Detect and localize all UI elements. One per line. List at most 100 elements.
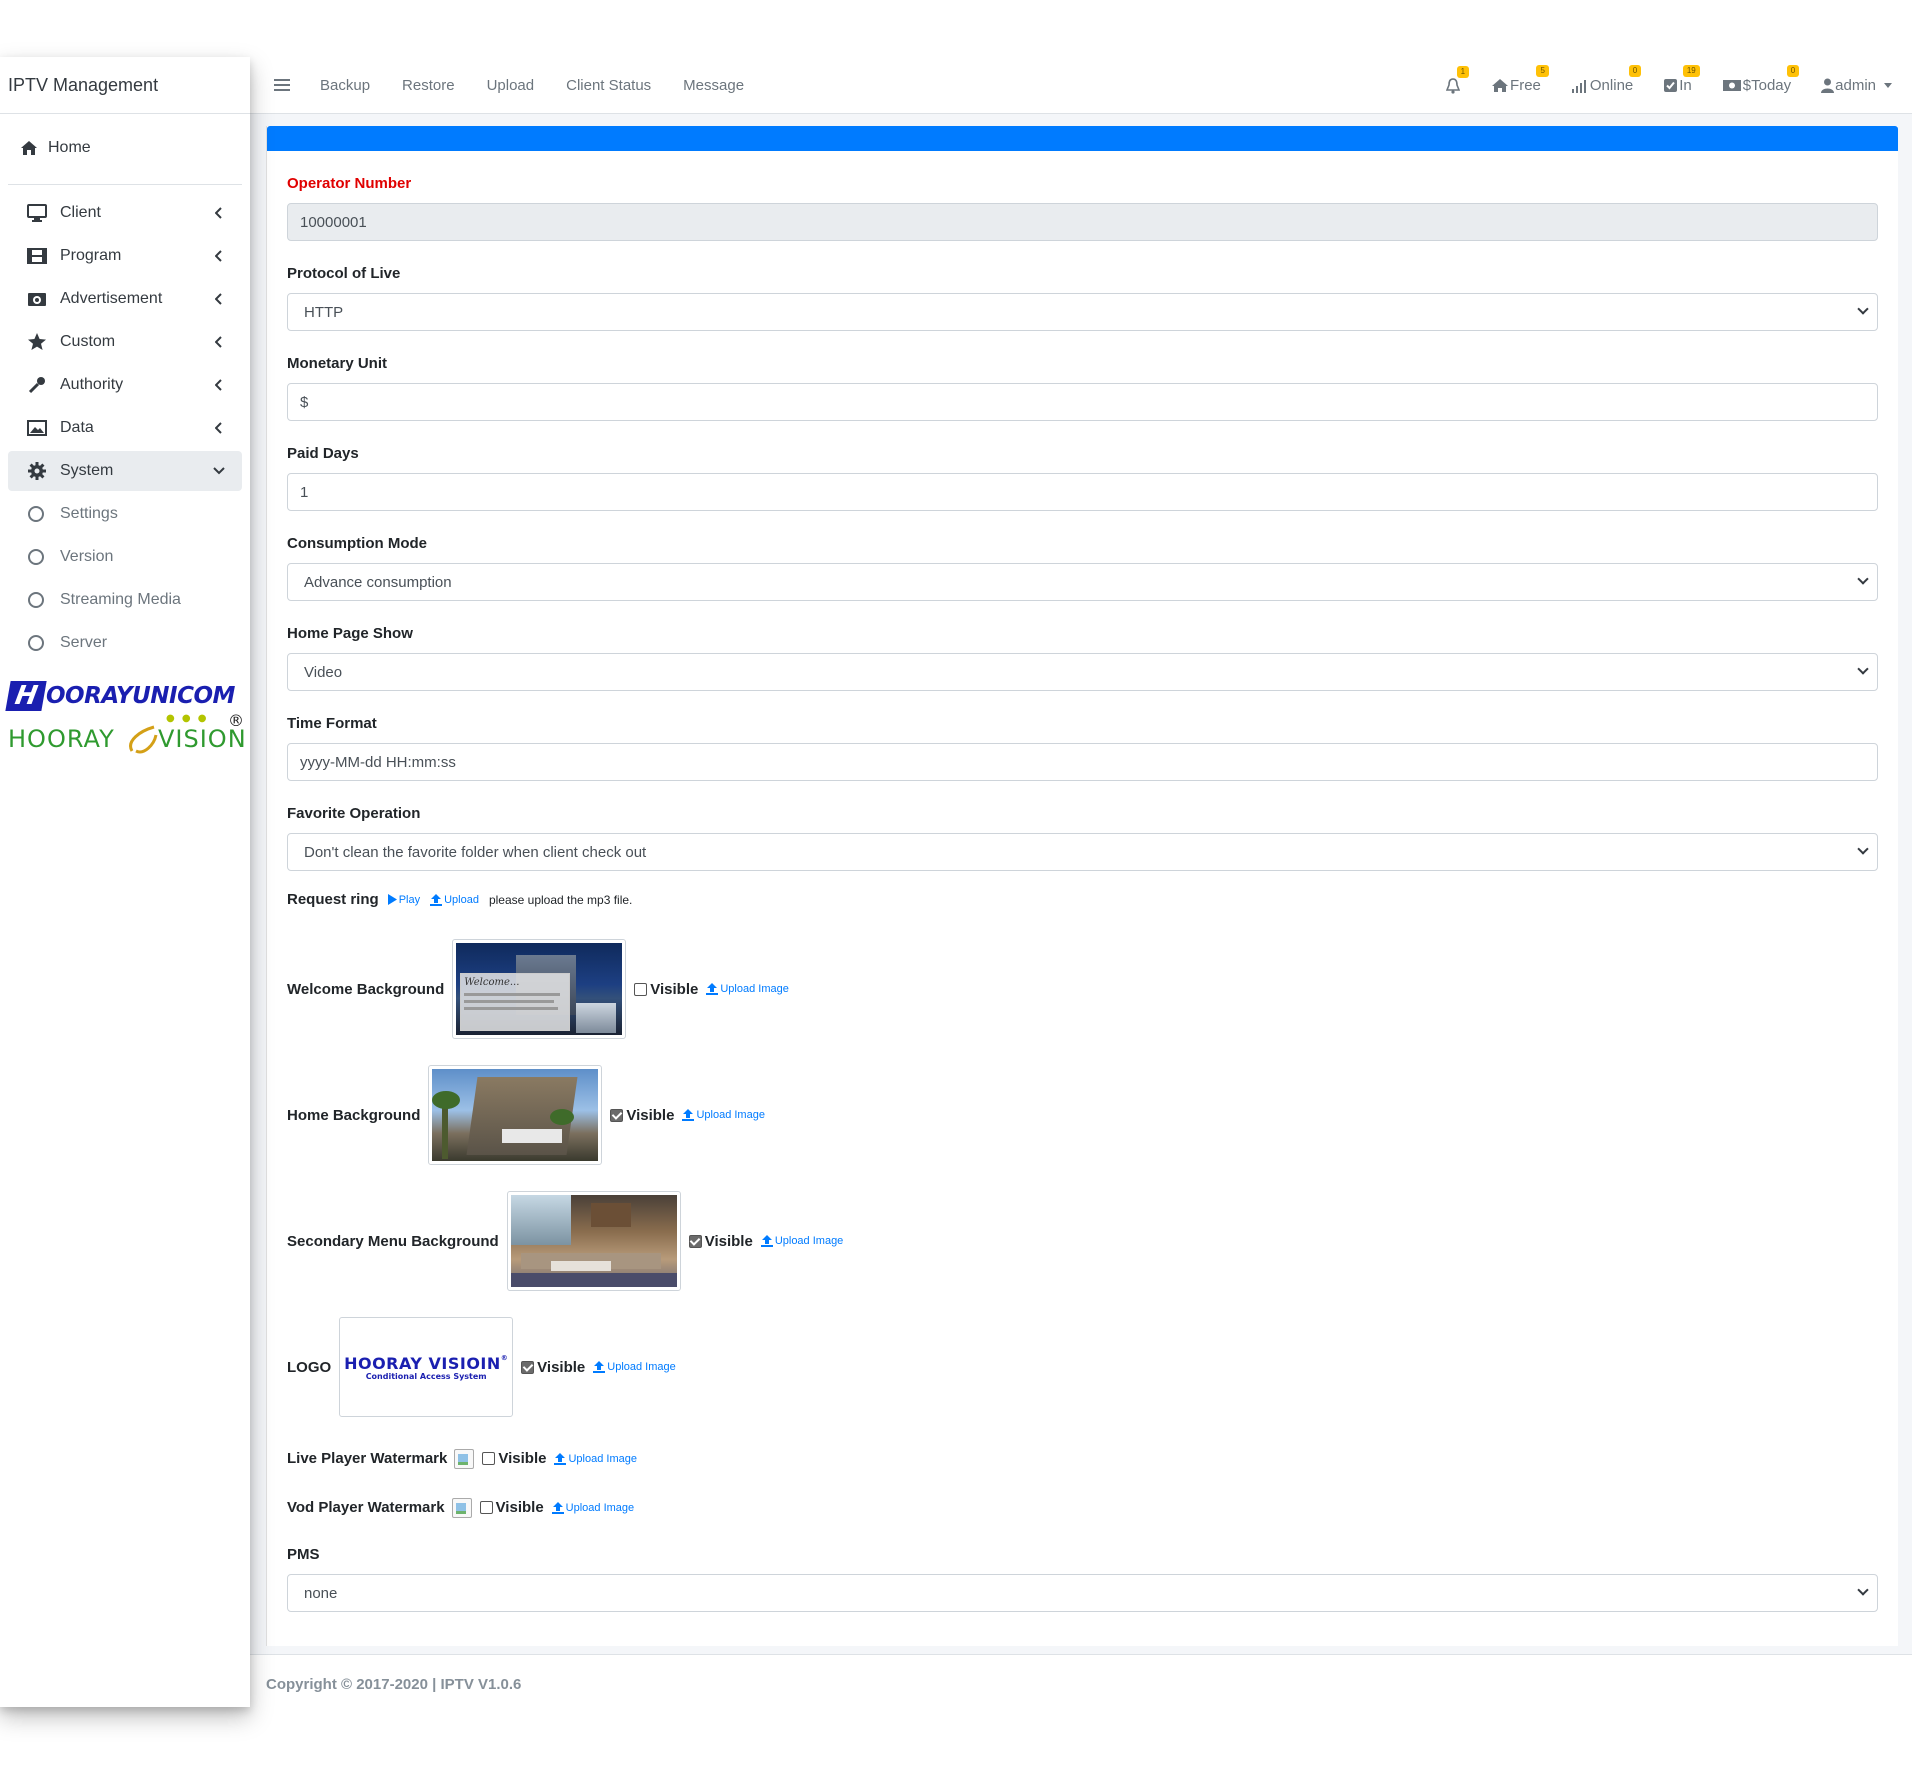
upload-image-label: Upload Image [720,983,789,995]
paid-days-field[interactable]: 1 [287,473,1878,511]
indicator-label: In [1679,77,1692,94]
secondary-menu-background-thumbnail[interactable] [506,1191,681,1291]
broken-image-icon[interactable] [454,1448,475,1469]
live-watermark-visible-checkbox[interactable]: Visible [482,1450,546,1467]
sidebar-item-client[interactable]: Client [8,193,242,233]
sidebar-item-system[interactable]: System [8,451,242,491]
welcome-background-thumbnail[interactable]: Welcome... [452,939,627,1039]
online-indicator[interactable]: Online 0 [1571,65,1642,94]
consumption-mode-select[interactable]: Advance consumption [287,563,1878,601]
home-background-thumbnail[interactable] [428,1065,603,1165]
sidebar-subitem-server[interactable]: Server [8,623,242,663]
notifications-indicator[interactable]: 1 [1446,65,1470,94]
welcome-upload-button[interactable]: Upload Image [706,983,789,995]
favorite-operation-select[interactable]: Don't clean the favorite folder when cli… [287,833,1878,871]
user-menu[interactable]: admin [1821,77,1892,94]
time-format-label: Time Format [287,715,377,732]
registered-mark: ® [228,711,245,730]
secondary-menu-background-row: Secondary Menu Background Visible Upload… [287,1178,1878,1304]
request-ring-label: Request ring [287,891,379,908]
protocol-value: HTTP [304,303,344,321]
pms-select[interactable]: none [287,1574,1878,1612]
nav-link-client-status[interactable]: Client Status [566,77,651,94]
welcome-background-label: Welcome Background [287,980,445,998]
sidebar-item-advertisement[interactable]: Advertisement [8,279,242,319]
vod-watermark-upload-button[interactable]: Upload Image [551,1501,635,1514]
chevron-left-icon [212,422,226,434]
chevron-down-icon [1857,1584,1869,1596]
sidebar-subitem-version[interactable]: Version [8,537,242,577]
logo-visible-checkbox[interactable]: Visible [521,1359,585,1376]
home-background-label: Home Background [287,1106,421,1124]
consumption-mode-label: Consumption Mode [287,535,427,552]
nav-link-restore[interactable]: Restore [402,77,455,94]
circle-icon [28,592,44,608]
sidebar-subitem-streaming-media[interactable]: Streaming Media [8,580,242,620]
visible-label: Visible [650,980,699,998]
play-ring-button[interactable]: Play [387,894,420,906]
brand-title[interactable]: IPTV Management [0,57,250,114]
upload-icon [551,1501,566,1514]
home-background-row: Home Background Visible Upload Image [287,1052,1878,1178]
sidebar-item-home[interactable]: Home [8,126,242,170]
request-ring-row: Request ring Play Upload please upload t… [287,891,1878,908]
money-icon [1722,79,1743,92]
protocol-select[interactable]: HTTP [287,293,1878,331]
secondary-upload-button[interactable]: Upload Image [760,1235,843,1247]
today-revenue-indicator[interactable]: $Today 0 [1722,65,1800,94]
secondary-menu-background-label: Secondary Menu Background [287,1232,499,1250]
home-upload-button[interactable]: Upload Image [682,1109,765,1121]
chevron-left-icon [212,379,226,391]
monetary-unit-label: Monetary Unit [287,355,388,372]
star-icon [26,333,48,351]
vod-watermark-label: Vod Player Watermark [287,1499,445,1516]
visible-label: Visible [495,1499,544,1516]
free-rooms-indicator[interactable]: Free 5 [1491,65,1549,94]
menu-toggle-icon[interactable] [274,79,290,91]
hoorayvision-logo: ● ● ● HOORAY VISION ® [8,711,250,763]
logo-thumbnail[interactable]: HOORAY VISIOIN® Conditional Access Syste… [339,1317,514,1417]
free-badge: 5 [1536,65,1549,77]
sidebar-item-program[interactable]: Program [8,236,242,276]
broken-image-icon[interactable] [451,1497,472,1518]
visible-label: Visible [498,1450,547,1467]
upload-image-label: Upload Image [565,1501,635,1514]
paid-days-group: Paid Days 1 [287,445,1878,511]
checked-in-indicator[interactable]: In 19 [1663,65,1700,94]
home-visible-checkbox[interactable]: Visible [610,1107,674,1124]
checkbox-box [521,1360,535,1374]
operator-number-label: Operator Number [287,175,412,192]
company-logos: H OORAYUNICOM ● ● ● HOORAY VISION ® [0,681,250,763]
sidebar-item-authority[interactable]: Authority [8,365,242,405]
home-page-show-select[interactable]: Video [287,653,1878,691]
paid-days-label: Paid Days [287,445,359,462]
upload-ring-button[interactable]: Upload [430,893,479,906]
operator-number-field: 10000001 [287,203,1878,241]
monetary-unit-field[interactable]: $ [287,383,1878,421]
signal-icon [1571,79,1590,93]
nav-link-upload[interactable]: Upload [487,77,535,94]
favorite-operation-group: Favorite Operation Don't clean the favor… [287,805,1878,871]
logo-upload-button[interactable]: Upload Image [593,1361,676,1373]
nav-link-backup[interactable]: Backup [320,77,370,94]
operator-number-group: Operator Number 10000001 [287,175,1878,241]
sidebar-item-data[interactable]: Data [8,408,242,448]
sidebar-item-custom[interactable]: Custom [8,322,242,362]
nav-link-message[interactable]: Message [683,77,744,94]
monetary-unit-group: Monetary Unit $ [287,355,1878,421]
caret-down-icon [1884,83,1892,88]
sidebar-item-label: Data [60,419,94,436]
time-format-field[interactable]: yyyy-MM-dd HH:mm:ss [287,743,1878,781]
logo-subtitle: Conditional Access System [365,1371,487,1381]
secondary-visible-checkbox[interactable]: Visible [688,1232,753,1250]
visible-label: Visible [704,1232,753,1250]
sidebar-subitem-settings[interactable]: Settings [8,494,242,534]
welcome-visible-checkbox[interactable]: Visible [634,981,698,998]
sidebar-divider [8,184,242,185]
upload-icon [593,1361,607,1373]
chevron-down-icon [1857,663,1869,675]
checkbox-box [610,1108,624,1122]
vod-watermark-visible-checkbox[interactable]: Visible [479,1499,544,1516]
checkbox-box [482,1452,496,1465]
live-watermark-upload-button[interactable]: Upload Image [554,1452,637,1465]
